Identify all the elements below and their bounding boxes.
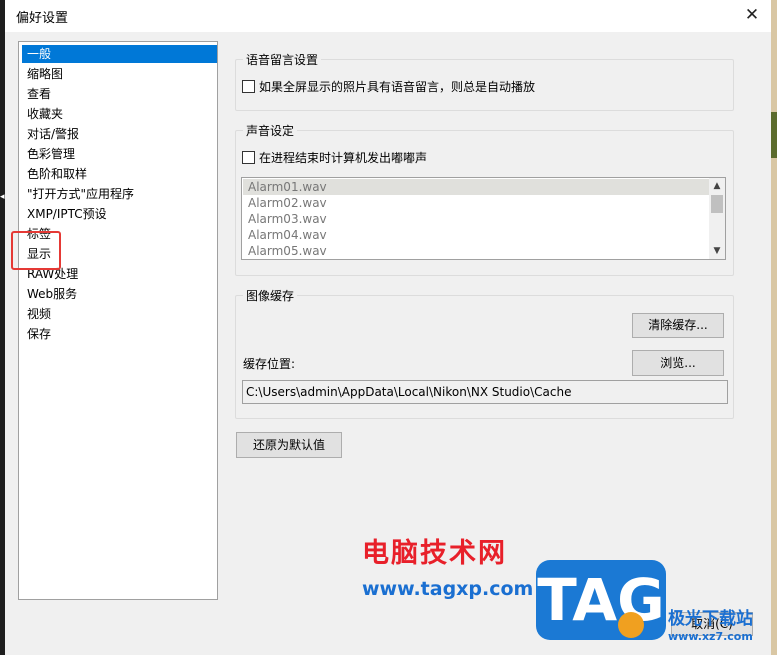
list-item[interactable]: Alarm02.wav	[243, 195, 713, 211]
beep-on-finish-checkbox[interactable]: 在进程结束时计算机发出嘟嘟声	[242, 149, 427, 166]
category-list[interactable]: 一般 缩略图 查看 收藏夹 对话/警报 色彩管理 色阶和取样 "打开方式"应用程…	[18, 41, 218, 600]
cache-location-label: 缓存位置:	[243, 357, 296, 371]
sound-list-scrollbar[interactable]: ▲ ▼	[709, 178, 725, 259]
watermark-tag-logo: TAG	[536, 560, 666, 640]
watermark-cn-text: 电脑技术网	[362, 538, 507, 569]
window-title: 偏好设置	[16, 11, 69, 26]
autoplay-voice-memo-label: 如果全屏显示的照片具有语音留言，则总是自动播放	[259, 80, 536, 94]
autoplay-voice-memo-checkbox[interactable]: 如果全屏显示的照片具有语音留言，则总是自动播放	[242, 78, 535, 95]
checkbox-box[interactable]	[242, 151, 255, 164]
list-item[interactable]: Alarm03.wav	[243, 211, 713, 227]
title-bar: 偏好设置 ✕	[5, 0, 771, 32]
checkbox-box[interactable]	[242, 80, 255, 93]
category-item-levels-sampling[interactable]: 色阶和取样	[22, 165, 217, 183]
scroll-down-icon[interactable]: ▼	[709, 244, 725, 258]
scrollbar-thumb[interactable]	[711, 195, 723, 213]
category-item-general[interactable]: 一般	[22, 45, 217, 63]
image-cache-title: 图像缓存	[243, 287, 298, 304]
category-item-thumbnails[interactable]: 缩略图	[22, 65, 217, 83]
sound-file-list[interactable]: Alarm01.wav Alarm02.wav Alarm03.wav Alar…	[241, 177, 726, 260]
display-highlight-box	[11, 231, 61, 270]
category-item-dialogs-alerts[interactable]: 对话/警报	[22, 125, 217, 143]
voice-memo-title: 语音留言设置	[243, 51, 322, 68]
category-item-xmp-iptc[interactable]: XMP/IPTC预设	[22, 205, 217, 223]
category-item-view[interactable]: 查看	[22, 85, 217, 103]
browse-button[interactable]: 浏览...	[632, 350, 724, 376]
clear-cache-button[interactable]: 清除缓存...	[632, 313, 724, 338]
category-item-open-with[interactable]: "打开方式"应用程序	[22, 185, 217, 203]
background-thumbnail-strip	[771, 0, 777, 655]
category-item-color-management[interactable]: 色彩管理	[22, 145, 217, 163]
cache-path-field[interactable]: C:\Users\admin\AppData\Local\Nikon\NX St…	[242, 380, 728, 404]
list-item[interactable]: Alarm05.wav	[243, 243, 713, 259]
category-item-save[interactable]: 保存	[22, 325, 217, 343]
category-item-favorites[interactable]: 收藏夹	[22, 105, 217, 123]
background-thumbnail	[771, 112, 777, 158]
list-item[interactable]: Alarm04.wav	[243, 227, 713, 243]
list-item[interactable]: Alarm01.wav	[243, 179, 713, 195]
sound-title: 声音设定	[243, 122, 298, 139]
watermark-site-name: 极光下载站	[668, 609, 753, 629]
watermark-site-url: www.xz7.com	[668, 630, 753, 643]
close-icon[interactable]: ✕	[739, 3, 765, 27]
restore-defaults-button[interactable]: 还原为默认值	[236, 432, 342, 458]
category-item-video[interactable]: 视频	[22, 305, 217, 323]
beep-on-finish-label: 在进程结束时计算机发出嘟嘟声	[259, 151, 428, 165]
watermark-url: www.tagxp.com	[362, 578, 534, 600]
scroll-up-icon[interactable]: ▲	[709, 179, 725, 193]
category-item-web-services[interactable]: Web服务	[22, 285, 217, 303]
watermark-logo-icon	[618, 612, 644, 638]
